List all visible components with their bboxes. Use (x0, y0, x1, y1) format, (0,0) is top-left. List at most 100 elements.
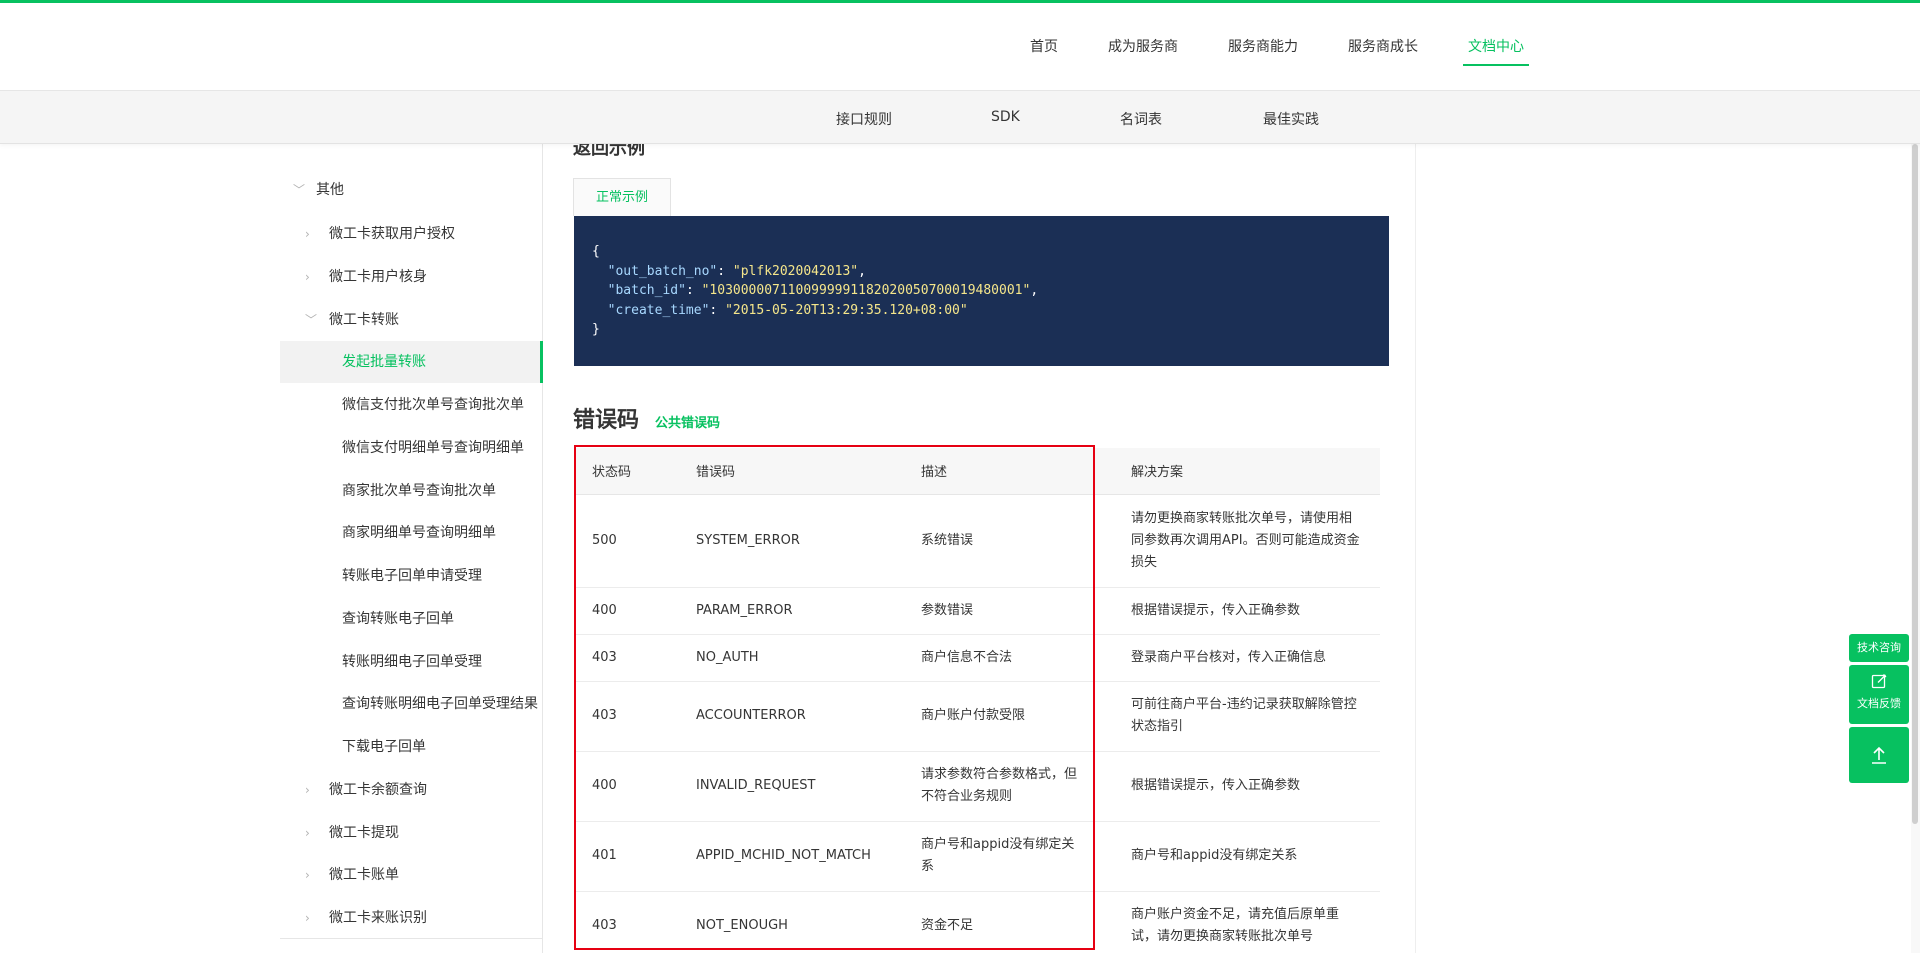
code-value: "plfk2020042013" (732, 263, 859, 279)
sidebar-item-label: 商家明细单号查询明细单 (342, 525, 496, 541)
header-description: 描述 (903, 448, 1103, 495)
cell-error-code: ACCOUNTERROR (678, 681, 903, 752)
cell-solution: 登录商户平台核对，传入正确信息 (1103, 634, 1380, 682)
code-sep: : (685, 283, 702, 298)
tab-normal-example[interactable]: 正常示例 (573, 178, 671, 216)
sidebar-item-label: 微工卡转账 (329, 312, 399, 328)
cell-solution: 商户账户资金不足，请充值后原单重试，请勿更换商家转账批次单号 (1103, 891, 1380, 953)
cell-status: 500 (574, 494, 678, 588)
sidebar-item[interactable]: 下载电子回单 (280, 726, 543, 768)
sidebar-item[interactable]: › 微工卡提现 (280, 812, 543, 854)
code-line: "out_batch_no": "plfk2020042013", (592, 262, 1371, 282)
code-line: "create_time": "2015-05-20T13:29:35.120+… (592, 301, 1371, 321)
sidebar-item[interactable]: 微信支付明细单号查询明细单 (280, 427, 543, 469)
cell-status: 401 (574, 821, 678, 892)
public-error-code-link[interactable]: 公共错误码 (655, 412, 720, 431)
sidebar-item-label: 其他 (316, 182, 344, 198)
chevron-right-icon: › (305, 911, 310, 925)
main-header: 首页 成为服务商 服务商能力 服务商成长 文档中心 (0, 3, 1920, 91)
code-key: "batch_id" (607, 283, 686, 298)
sidebar-item[interactable]: 商家批次单号查询批次单 (280, 470, 543, 512)
chevron-right-icon: › (305, 868, 310, 882)
content-area: ﹀ 其他 › 微工卡获取用户授权 › 微工卡用户核身 ﹀ 微工卡转账发起批量转账微信支付批次单… (0, 144, 1920, 953)
code-line: } (592, 322, 600, 337)
cell-status: 403 (574, 891, 678, 953)
nav-home[interactable]: 首页 (1030, 36, 1058, 56)
subnav-api-rules[interactable]: 接口规则 (836, 109, 892, 129)
cell-solution: 请勿更换商家转账批次单号，请使用相同参数再次调用API。否则可能造成资金损失 (1103, 494, 1380, 588)
sidebar-item[interactable]: 发起批量转账 (280, 341, 543, 383)
code-key: "create_time" (607, 302, 710, 318)
cell-solution: 商户号和appid没有绑定关系 (1103, 821, 1380, 892)
sidebar-item[interactable]: 转账明细电子回单受理 (280, 641, 543, 683)
sidebar-item-label: 查询转账明细电子回单受理结果 (342, 696, 538, 712)
header-solution: 解决方案 (1103, 448, 1380, 495)
code-value: "2015-05-20T13:29:35.120+08:00" (725, 302, 968, 318)
sidebar-item[interactable]: › 微工卡用户核身 (280, 256, 543, 298)
subnav-sdk[interactable]: SDK (991, 109, 1020, 125)
header-status: 状态码 (574, 448, 678, 495)
cell-error-code: SYSTEM_ERROR (678, 494, 903, 588)
sidebar-item-label: 微信支付明细单号查询明细单 (342, 440, 524, 456)
table-row: 403 NO_AUTH 商户信息不合法 登录商户平台核对，传入正确信息 (574, 634, 1380, 682)
sidebar-item[interactable]: › 微工卡余额查询 (280, 769, 543, 811)
subnav-glossary[interactable]: 名词表 (1120, 109, 1162, 129)
sidebar-item[interactable]: ﹀ 其他 (280, 169, 543, 211)
code-line: { (592, 244, 600, 259)
chevron-right-icon: › (305, 783, 310, 797)
sidebar-item[interactable]: 微信支付批次单号查询批次单 (280, 384, 543, 426)
sidebar-item-label: 转账明细电子回单受理 (342, 654, 482, 670)
table-row: 403 ACCOUNTERROR 商户账户付款受限 可前往商户平台-违约记录获取解除管… (574, 681, 1380, 752)
subnav-best-practice[interactable]: 最佳实践 (1263, 109, 1319, 129)
sub-header: 接口规则 SDK 名词表 最佳实践 (0, 91, 1920, 144)
cell-solution: 可前往商户平台-违约记录获取解除管控状态指引 (1103, 681, 1380, 752)
doc-feedback-button[interactable]: 文档反馈 (1849, 665, 1909, 724)
sidebar-item[interactable]: 商家明细单号查询明细单 (280, 512, 543, 554)
cell-status: 400 (574, 751, 678, 822)
cell-error-code: NOT_ENOUGH (678, 891, 903, 953)
cell-description: 请求参数符合参数格式，但不符合业务规则 (903, 751, 1103, 822)
code-line: "batch_id": "103000007110099999118202005… (592, 281, 1371, 301)
table-row: 403 NOT_ENOUGH 资金不足 商户账户资金不足，请充值后原单重试，请勿更换商… (574, 891, 1380, 953)
section-title-return-example: 返回示例 (573, 144, 645, 159)
cell-description: 商户账户付款受限 (903, 681, 1103, 752)
sidebar-item-label: 发起批量转账 (342, 354, 426, 370)
table-row: 500 SYSTEM_ERROR 系统错误 请勿更换商家转账批次单号，请使用相同参数再… (574, 494, 1380, 588)
scrollbar-thumb[interactable] (1912, 144, 1918, 824)
chevron-right-icon: › (305, 826, 310, 840)
table-row: 400 INVALID_REQUEST 请求参数符合参数格式，但不符合业务规则 根据错… (574, 751, 1380, 822)
code-sep: : (709, 302, 726, 318)
arrow-up-icon (1872, 746, 1886, 764)
code-block: { "out_batch_no": "plfk2020042013", "bat… (574, 216, 1389, 366)
sidebar-item-label: 微工卡余额查询 (329, 782, 427, 798)
sidebar-item[interactable]: › 微工卡账单 (280, 854, 543, 896)
code-end: , (858, 263, 866, 279)
sidebar-item[interactable]: › 微工卡获取用户授权 (280, 213, 543, 255)
cell-description: 系统错误 (903, 494, 1103, 588)
tech-consult-button[interactable]: 技术咨询 (1849, 634, 1909, 662)
cell-status: 400 (574, 587, 678, 635)
chevron-down-icon: ﹀ (305, 313, 318, 327)
back-to-top-button[interactable] (1849, 727, 1909, 783)
cell-solution: 根据错误提示，传入正确参数 (1103, 751, 1380, 822)
nav-doc-center[interactable]: 文档中心 (1463, 36, 1529, 66)
sidebar-item[interactable]: › 微工卡来账识别 (280, 897, 543, 939)
code-sep: : (717, 263, 733, 279)
nav-provider-growth[interactable]: 服务商成长 (1348, 36, 1418, 56)
sidebar-item[interactable]: ﹀ 微工卡转账 (280, 299, 543, 341)
chevron-down-icon: ﹀ (293, 183, 306, 197)
sidebar-item[interactable]: 查询转账明细电子回单受理结果 (280, 683, 543, 725)
cell-description: 商户信息不合法 (903, 634, 1103, 682)
cell-description: 商户号和appid没有绑定关系 (903, 821, 1103, 892)
chevron-right-icon: › (305, 227, 310, 241)
content-right-divider (1415, 144, 1416, 953)
code-value: "103000007110099999118202005070001948000… (701, 283, 1031, 298)
nav-become-provider[interactable]: 成为服务商 (1108, 36, 1178, 56)
sidebar-item[interactable]: 查询转账电子回单 (280, 598, 543, 640)
edit-icon (1871, 674, 1887, 689)
sidebar-item[interactable]: 转账电子回单申请受理 (280, 555, 543, 597)
chevron-right-icon: › (305, 270, 310, 284)
cell-status: 403 (574, 634, 678, 682)
sidebar-item-label: 微信支付批次单号查询批次单 (342, 397, 524, 413)
nav-provider-capability[interactable]: 服务商能力 (1228, 36, 1298, 56)
